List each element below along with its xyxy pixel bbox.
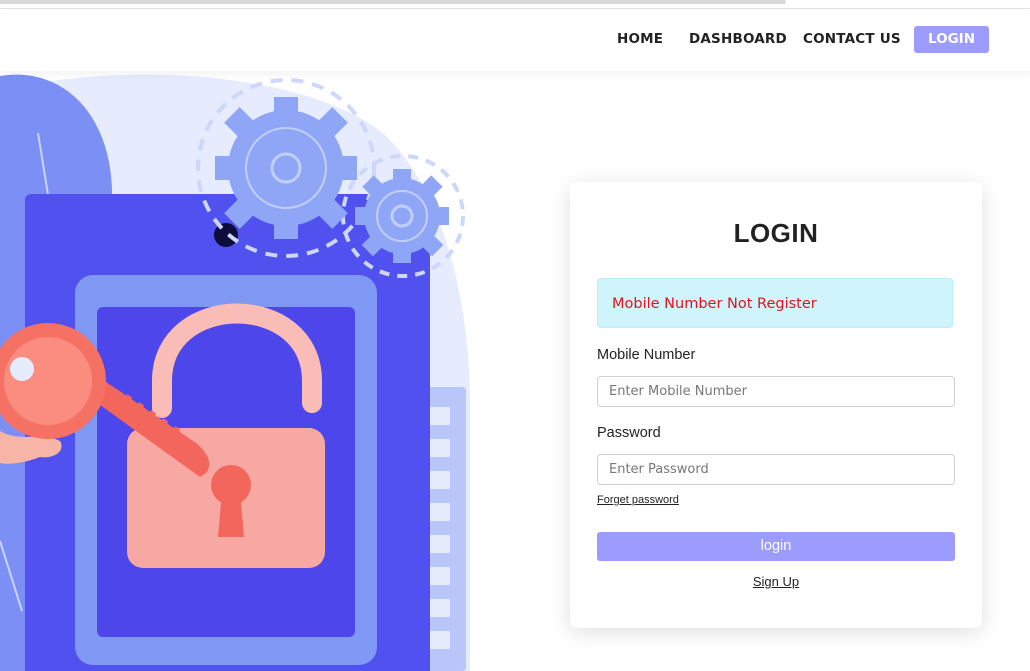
error-alert: Mobile Number Not Register — [597, 278, 953, 328]
padlock-key-illustration — [0, 74, 470, 671]
nav-contact-link[interactable]: CONTACT US — [803, 31, 901, 47]
forget-password-link[interactable]: Forget password — [597, 494, 679, 506]
password-label: Password — [597, 425, 661, 441]
nav-home-link[interactable]: HOME — [617, 31, 663, 47]
login-card: LOGIN Mobile Number Not Register Mobile … — [570, 182, 982, 628]
password-input[interactable] — [597, 454, 955, 485]
top-navbar: HOME DASHBOARD CONTACT US LOGIN — [0, 9, 1030, 71]
login-submit-button[interactable]: login — [597, 532, 955, 561]
mobile-number-label: Mobile Number — [597, 347, 696, 363]
sign-up-link[interactable]: Sign Up — [570, 574, 982, 589]
nav-login-button[interactable]: LOGIN — [914, 26, 989, 53]
horizontal-scrollbar[interactable] — [0, 0, 786, 4]
browser-top-strip — [0, 0, 1030, 9]
mobile-number-input[interactable] — [597, 376, 955, 407]
login-title: LOGIN — [733, 218, 819, 248]
nav-dashboard-link[interactable]: DASHBOARD — [689, 31, 787, 47]
